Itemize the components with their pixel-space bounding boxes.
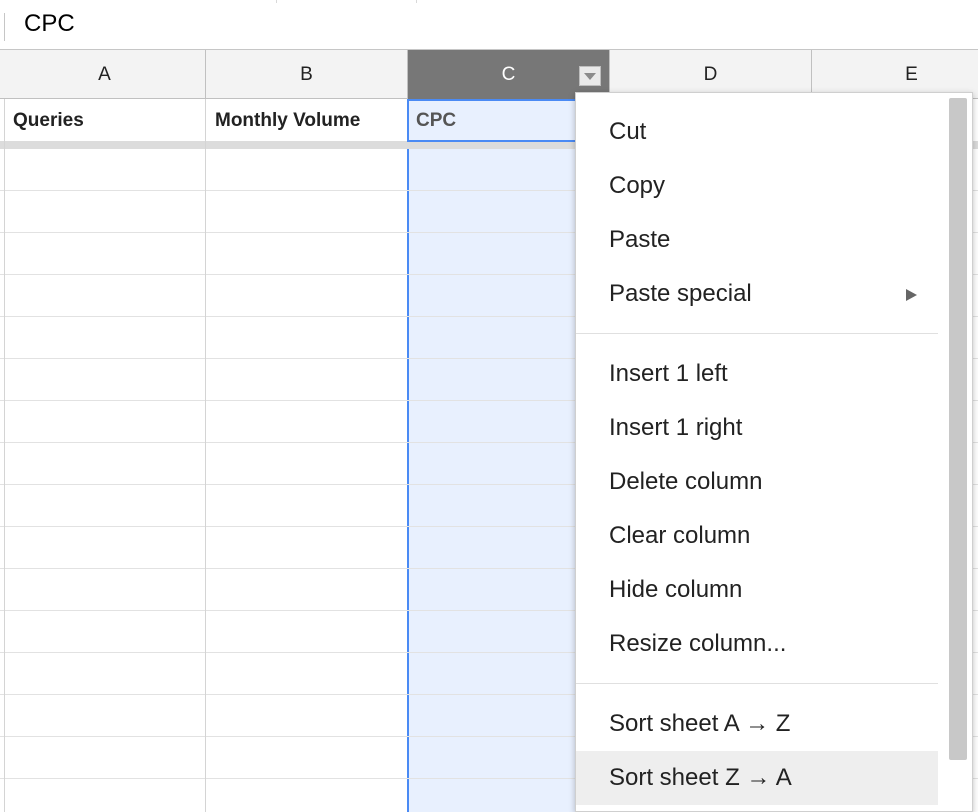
- column-header-a[interactable]: A: [4, 50, 206, 99]
- column-line: [205, 99, 206, 812]
- menu-separator: [576, 333, 939, 334]
- menu-item-paste-special[interactable]: Paste special: [576, 267, 939, 321]
- menu-item-label: Clear column: [609, 522, 751, 549]
- menu-item-label: Resize column...: [609, 630, 787, 657]
- menu-item-label: Paste special: [609, 280, 752, 307]
- menu-item-delete-column[interactable]: Delete column: [576, 455, 939, 509]
- column-letter: C: [501, 63, 516, 85]
- menu-item-label: Hide column: [609, 576, 743, 603]
- toolbar-divider: [416, 0, 417, 3]
- menu-item-sort-a-z[interactable]: Sort sheet A → Z: [576, 697, 939, 751]
- menu-separator: [576, 683, 939, 684]
- cell-a1-text: Queries: [13, 109, 84, 131]
- column-letter: D: [703, 63, 718, 85]
- column-menu-dropdown-button[interactable]: [579, 66, 601, 86]
- menu-item-copy[interactable]: Copy: [576, 159, 939, 213]
- menu-item-sort-z-a[interactable]: Sort sheet Z → A: [576, 751, 939, 805]
- cell-a1[interactable]: Queries: [4, 99, 205, 142]
- column-letter: B: [300, 63, 313, 85]
- menu-item-clear-column[interactable]: Clear column: [576, 509, 939, 563]
- column-header-b[interactable]: B: [206, 50, 408, 99]
- menu-item-hide-column[interactable]: Hide column: [576, 563, 939, 617]
- formula-bar-value[interactable]: CPC: [24, 10, 75, 38]
- menu-scrollbar-thumb[interactable]: [949, 98, 967, 760]
- cell-b1[interactable]: Monthly Volume: [206, 99, 407, 142]
- menu-item-label: Paste: [609, 226, 671, 253]
- column-line: [4, 99, 5, 812]
- column-letter: A: [98, 63, 111, 85]
- menu-item-label: Cut: [609, 118, 647, 145]
- menu-item-insert-right[interactable]: Insert 1 right: [576, 401, 939, 455]
- column-context-menu: Cut Copy Paste Paste special Insert 1 le…: [575, 92, 973, 812]
- menu-scroll-track[interactable]: [938, 93, 972, 811]
- menu-item-cut[interactable]: Cut: [576, 105, 939, 159]
- menu-item-insert-left[interactable]: Insert 1 left: [576, 347, 939, 401]
- menu-item-label: Insert 1 right: [609, 414, 743, 441]
- submenu-arrow-icon: [906, 289, 917, 301]
- column-letter: E: [905, 63, 918, 85]
- cell-b1-text: Monthly Volume: [215, 109, 361, 131]
- toolbar-divider: [276, 0, 277, 3]
- menu-item-label: Sort sheet Z → A: [609, 764, 792, 791]
- menu-item-label: Delete column: [609, 468, 763, 495]
- menu-item-resize-column[interactable]: Resize column...: [576, 617, 939, 671]
- spreadsheet-app: CPC A B C D E Queries Monthly Volume CPC…: [0, 0, 978, 812]
- menu-item-label: Sort sheet A → Z: [609, 710, 791, 737]
- formula-bar-divider: [4, 13, 5, 41]
- menu-item-paste[interactable]: Paste: [576, 213, 939, 267]
- menu-item-label: Insert 1 left: [609, 360, 728, 387]
- formula-bar[interactable]: CPC: [0, 0, 978, 50]
- dropdown-arrow-icon: [584, 72, 596, 80]
- menu-item-label: Copy: [609, 172, 666, 199]
